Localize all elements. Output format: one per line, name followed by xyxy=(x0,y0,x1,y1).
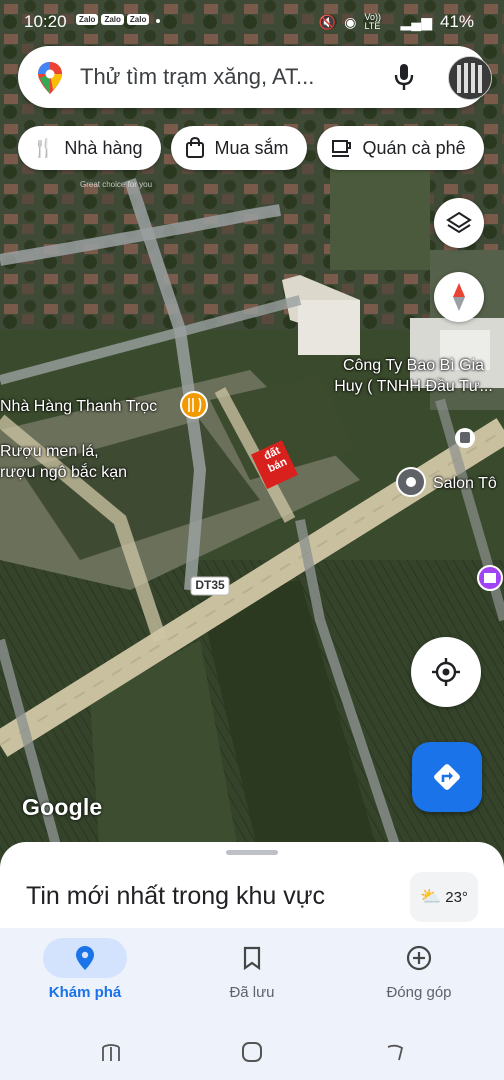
bottom-navigation: Khám phá Đã lưu Đóng góp xyxy=(0,928,504,1032)
layers-button[interactable] xyxy=(434,198,484,248)
google-maps-pin-icon xyxy=(38,62,62,94)
account-avatar[interactable] xyxy=(448,56,492,100)
bookmark-icon xyxy=(243,946,261,970)
place-pin-marker[interactable] xyxy=(396,467,426,497)
chip-label: Quán cà phê xyxy=(362,137,466,158)
my-location-button[interactable] xyxy=(411,637,481,707)
directions-icon xyxy=(434,764,460,790)
nav-label: Khám phá xyxy=(48,984,122,1001)
map-label-restaurant-desc: Rượu men lá, rượu ngô bắc kạn xyxy=(0,443,128,481)
home-icon[interactable] xyxy=(241,1041,263,1063)
restaurant-icon: 🍴 xyxy=(32,137,55,158)
chip-coffee[interactable]: Quán cà phê xyxy=(316,126,484,170)
sheet-drag-handle[interactable] xyxy=(226,850,278,855)
nav-label: Đóng góp xyxy=(386,984,452,1001)
nav-explore[interactable]: Khám phá xyxy=(20,938,150,1001)
layers-icon xyxy=(446,211,472,234)
chip-restaurants[interactable]: 🍴 Nhà hàng xyxy=(18,126,161,170)
shop-marker[interactable] xyxy=(477,565,503,591)
map-label-company[interactable]: Công Ty Bao Bì Gia Huy ( TNHH Đầu Tư... xyxy=(323,355,504,397)
road-label: DT35 xyxy=(195,578,225,592)
system-navigation-bar xyxy=(0,1032,504,1080)
network-label: Vo)) LTE xyxy=(364,12,382,31)
search-bar[interactable]: Thử tìm trạm xăng, AT... xyxy=(18,46,492,108)
compass-button[interactable] xyxy=(434,272,484,322)
category-chips: 🍴 Nhà hàng Mua sắm Quán cà phê xyxy=(18,126,484,170)
compass-icon xyxy=(453,283,465,311)
google-attribution: Google xyxy=(22,794,103,820)
notification-dot-icon xyxy=(156,19,161,23)
shopping-bag-icon xyxy=(185,137,204,158)
nav-active-indicator xyxy=(43,938,127,978)
weather-chip[interactable]: ⛅ 23° xyxy=(410,872,478,922)
map-label-restaurant[interactable]: Nhà Hàng Thanh Trọc xyxy=(0,396,157,417)
battery-level: 41% xyxy=(439,12,474,31)
signal-icon: ▂▄▆ xyxy=(400,13,432,30)
nav-saved[interactable]: Đã lưu xyxy=(187,938,317,1001)
chip-label: Nhà hàng xyxy=(64,137,143,158)
zalo-notification-icon: Zalo xyxy=(101,14,124,25)
chip-shopping[interactable]: Mua sắm xyxy=(170,126,307,170)
map-label-salon[interactable]: Salon Tô xyxy=(433,473,497,494)
add-circle-icon xyxy=(406,945,432,971)
status-time: 10:20 xyxy=(24,12,67,31)
directions-button[interactable] xyxy=(412,742,482,812)
recent-apps-icon[interactable] xyxy=(100,1042,122,1064)
microphone-icon[interactable] xyxy=(394,63,414,91)
back-icon[interactable] xyxy=(384,1042,406,1064)
zalo-notification-icon: Zalo xyxy=(76,14,99,25)
watermark-subtext: Great choice for you xyxy=(80,180,153,189)
partly-cloudy-icon: ⛅ xyxy=(420,887,442,906)
status-bar: 10:20 Zalo Zalo Zalo 🔇 ◉ Vo)) LTE ▂▄▆ 41… xyxy=(0,6,504,36)
nav-contribute[interactable]: Đóng góp xyxy=(354,938,484,1001)
location-icon: ◉ xyxy=(344,13,357,30)
zalo-notification-icon: Zalo xyxy=(126,14,150,25)
mute-icon: 🔇 xyxy=(318,13,337,30)
coffee-icon xyxy=(331,140,351,157)
temperature: 23° xyxy=(445,888,468,906)
sheet-title: Tin mới nhất trong khu vực xyxy=(26,882,325,910)
search-input[interactable]: Thử tìm trạm xăng, AT... xyxy=(80,64,314,90)
explore-pin-icon xyxy=(76,946,94,970)
restaurant-marker[interactable] xyxy=(180,391,208,419)
chip-label: Mua sắm xyxy=(214,137,289,158)
crosshair-icon xyxy=(432,658,460,686)
nav-label: Đã lưu xyxy=(229,984,275,1001)
bus-stop-marker[interactable] xyxy=(455,428,475,448)
